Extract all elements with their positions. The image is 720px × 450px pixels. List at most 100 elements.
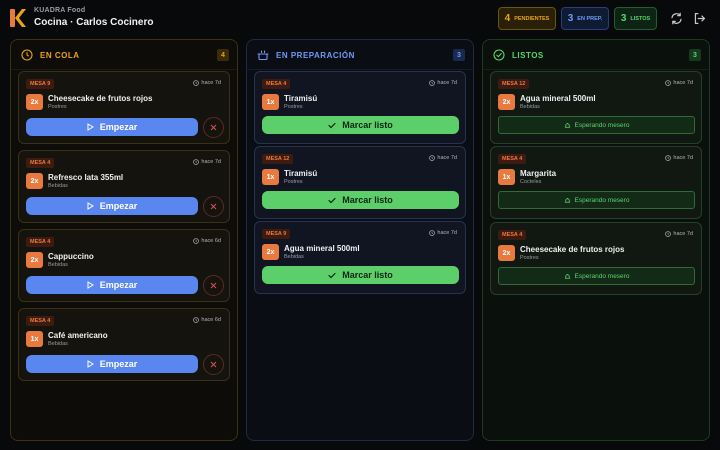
item-category: Bebidas: [48, 341, 68, 347]
table-badge: Mesa 4: [262, 79, 291, 89]
clock-icon: [193, 80, 200, 86]
cancel-button[interactable]: [203, 275, 224, 296]
cancel-button[interactable]: [203, 354, 224, 375]
item-name: Margarita: [520, 169, 557, 178]
quantity-badge: 1x: [26, 331, 43, 347]
play-icon: [87, 360, 94, 368]
ready-filter-pill[interactable]: 3 listos: [614, 7, 657, 30]
pending-filter-pill[interactable]: 4 pendientes: [498, 7, 556, 30]
clock-icon: [665, 231, 672, 237]
quantity-badge: 2x: [26, 94, 43, 110]
elapsed-time: hace 7d: [429, 230, 457, 236]
table-badge: Mesa 4: [498, 154, 527, 164]
preparing-column: En preparación 3 Mesa 4 hace 7d 1x Tiram…: [246, 39, 474, 441]
order-card: Mesa 12 hace 7d 1x Tiramisú Postres Marc…: [254, 146, 466, 219]
start-button-label: Empezar: [99, 280, 138, 290]
check-icon: [328, 122, 336, 128]
brand-name: KUADRA Food: [34, 7, 86, 14]
waiting-waiter-status: Esperando mesero: [498, 267, 695, 285]
mark-ready-button[interactable]: Marcar listo: [262, 116, 459, 134]
cancel-button[interactable]: [203, 117, 224, 138]
table-badge: Mesa 9: [262, 229, 291, 239]
check-icon: [328, 272, 336, 278]
logout-button[interactable]: [690, 9, 708, 27]
elapsed-time: hace 6d: [193, 238, 221, 244]
item-name: Agua mineral 500ml: [520, 94, 596, 103]
mark-ready-label: Marcar listo: [342, 195, 393, 205]
check-icon: [328, 197, 336, 203]
start-button[interactable]: Empezar: [26, 197, 198, 215]
item-category: Postres: [520, 255, 539, 261]
close-icon: [210, 124, 217, 131]
quantity-badge: 1x: [262, 169, 279, 185]
bell-icon: [564, 122, 570, 128]
waiting-waiter-label: Esperando mesero: [574, 272, 630, 280]
play-icon: [87, 281, 94, 289]
quantity-badge: 2x: [498, 245, 515, 261]
clock-icon: [429, 155, 436, 161]
station-title: Cocina · Carlos Cocinero: [34, 17, 154, 28]
elapsed-time-text: hace 7d: [201, 159, 221, 165]
start-button[interactable]: Empezar: [26, 276, 198, 294]
elapsed-time-text: hace 6d: [201, 238, 221, 244]
item-name: Tiramisú: [284, 94, 318, 103]
waiting-waiter-label: Esperando mesero: [574, 196, 630, 204]
quantity-badge: 2x: [498, 94, 515, 110]
clock-icon: [665, 155, 672, 161]
preparing-column-title: En preparación: [276, 51, 355, 60]
elapsed-time: hace 7d: [429, 80, 457, 86]
close-icon: [210, 282, 217, 289]
item-category: Postres: [48, 104, 67, 110]
clock-icon: [193, 238, 200, 244]
table-badge: Mesa 4: [498, 230, 527, 240]
elapsed-time-text: hace 7d: [673, 80, 693, 86]
pending-label: pendientes: [514, 15, 550, 22]
table-badge: Mesa 12: [498, 79, 530, 89]
ready-column: Listos 3 Mesa 12 hace 7d 2x Agua mineral…: [482, 39, 710, 441]
cancel-button[interactable]: [203, 196, 224, 217]
waiting-waiter-status: Esperando mesero: [498, 116, 695, 134]
waiting-waiter-label: Esperando mesero: [574, 121, 630, 129]
table-badge: Mesa 4: [26, 237, 55, 247]
item-name: Agua mineral 500ml: [284, 244, 360, 253]
table-badge: Mesa 4: [26, 316, 55, 326]
bell-icon: [564, 273, 570, 279]
elapsed-time-text: hace 7d: [437, 230, 457, 236]
ready-column-header: Listos 3: [483, 40, 709, 70]
start-button-label: Empezar: [99, 122, 138, 132]
start-button[interactable]: Empezar: [26, 118, 198, 136]
ready-column-title: Listos: [512, 51, 544, 60]
clock-icon: [665, 80, 672, 86]
item-category: Bebidas: [520, 104, 540, 110]
refresh-button[interactable]: [667, 9, 685, 27]
mark-ready-label: Marcar listo: [342, 120, 393, 130]
clock-icon: [21, 49, 33, 61]
cooking-pot-icon: [257, 50, 269, 61]
ready-count: 3: [620, 13, 627, 24]
item-category: Bebidas: [48, 262, 68, 268]
table-badge: Mesa 4: [26, 158, 55, 168]
item-name: Café americano: [48, 331, 108, 340]
app-header: KUADRA Food Cocina · Carlos Cocinero 4 p…: [0, 0, 720, 38]
mark-ready-button[interactable]: Marcar listo: [262, 266, 459, 284]
order-card: Mesa 9 hace 7d 2x Agua mineral 500ml Beb…: [254, 221, 466, 294]
kuadra-logo: [10, 9, 26, 27]
close-icon: [210, 203, 217, 210]
check-circle-icon: [493, 49, 505, 61]
queued-column-header: En cola 4: [11, 40, 237, 70]
order-card: Mesa 4 hace 6d 2x Cappuccino Bebidas Emp…: [18, 229, 230, 302]
preparing-filter-pill[interactable]: 3 en prep.: [561, 7, 609, 30]
item-category: Postres: [284, 104, 303, 110]
start-button-label: Empezar: [99, 359, 138, 369]
start-button[interactable]: Empezar: [26, 355, 198, 373]
elapsed-time-text: hace 7d: [437, 155, 457, 161]
mark-ready-button[interactable]: Marcar listo: [262, 191, 459, 209]
clock-icon: [193, 159, 200, 165]
ready-column-count: 3: [689, 49, 701, 61]
queued-column-count: 4: [217, 49, 229, 61]
elapsed-time: hace 7d: [429, 155, 457, 161]
elapsed-time: hace 7d: [665, 155, 693, 161]
clock-icon: [193, 317, 200, 323]
elapsed-time: hace 7d: [193, 159, 221, 165]
elapsed-time-text: hace 7d: [673, 231, 693, 237]
